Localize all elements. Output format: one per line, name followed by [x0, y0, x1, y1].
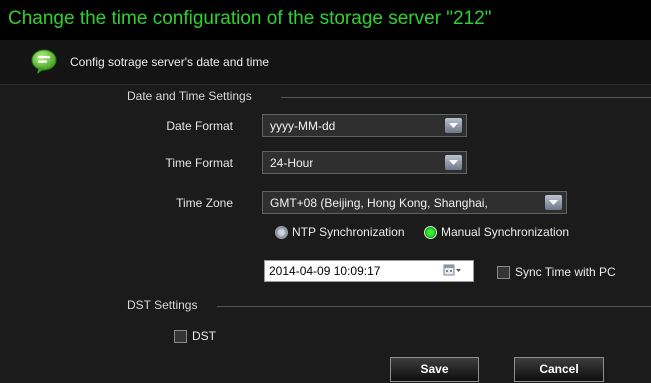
sync-with-pc-label[interactable]: Sync Time with PC [515, 265, 616, 279]
date-format-value: yyyy-MM-dd [270, 119, 336, 133]
dst-settings-label: DST Settings [127, 298, 198, 312]
ntp-sync-radio[interactable] [275, 226, 288, 239]
group-divider [217, 306, 651, 307]
datetime-picker[interactable]: 2014-04-09 10:09:17 [264, 260, 474, 282]
date-time-settings-label: Date and Time Settings [127, 89, 252, 103]
calendar-dropdown-icon[interactable] [443, 264, 463, 281]
sync-with-pc-checkbox[interactable] [497, 266, 510, 279]
chevron-down-icon[interactable] [545, 195, 562, 210]
time-zone-value: GMT+08 (Beijing, Hong Kong, Shanghai, [270, 196, 488, 210]
date-format-label: Date Format [166, 119, 233, 133]
time-format-select[interactable]: 24-Hour [262, 151, 467, 174]
datetime-value: 2014-04-09 10:09:17 [269, 264, 381, 278]
dst-checkbox[interactable] [174, 330, 187, 343]
time-format-value: 24-Hour [270, 156, 314, 170]
cancel-button[interactable]: Cancel [514, 357, 604, 382]
dst-label[interactable]: DST [192, 329, 216, 343]
ntp-sync-label[interactable]: NTP Synchronization [292, 225, 405, 239]
chevron-down-icon[interactable] [445, 118, 462, 133]
time-zone-label: Time Zone [176, 196, 233, 210]
dialog-title: Change the time configuration of the sto… [8, 8, 492, 29]
dialog-subtitle: Config sotrage server's date and time [70, 55, 270, 69]
manual-sync-radio[interactable] [424, 226, 437, 239]
save-button[interactable]: Save [390, 357, 479, 382]
group-divider [281, 97, 651, 98]
manual-sync-label[interactable]: Manual Synchronization [441, 225, 569, 239]
time-zone-select[interactable]: GMT+08 (Beijing, Hong Kong, Shanghai, [262, 191, 567, 214]
time-format-label: Time Format [165, 156, 233, 170]
chat-bubble-icon [30, 48, 58, 76]
chevron-down-icon[interactable] [445, 155, 462, 170]
date-format-select[interactable]: yyyy-MM-dd [262, 114, 467, 137]
